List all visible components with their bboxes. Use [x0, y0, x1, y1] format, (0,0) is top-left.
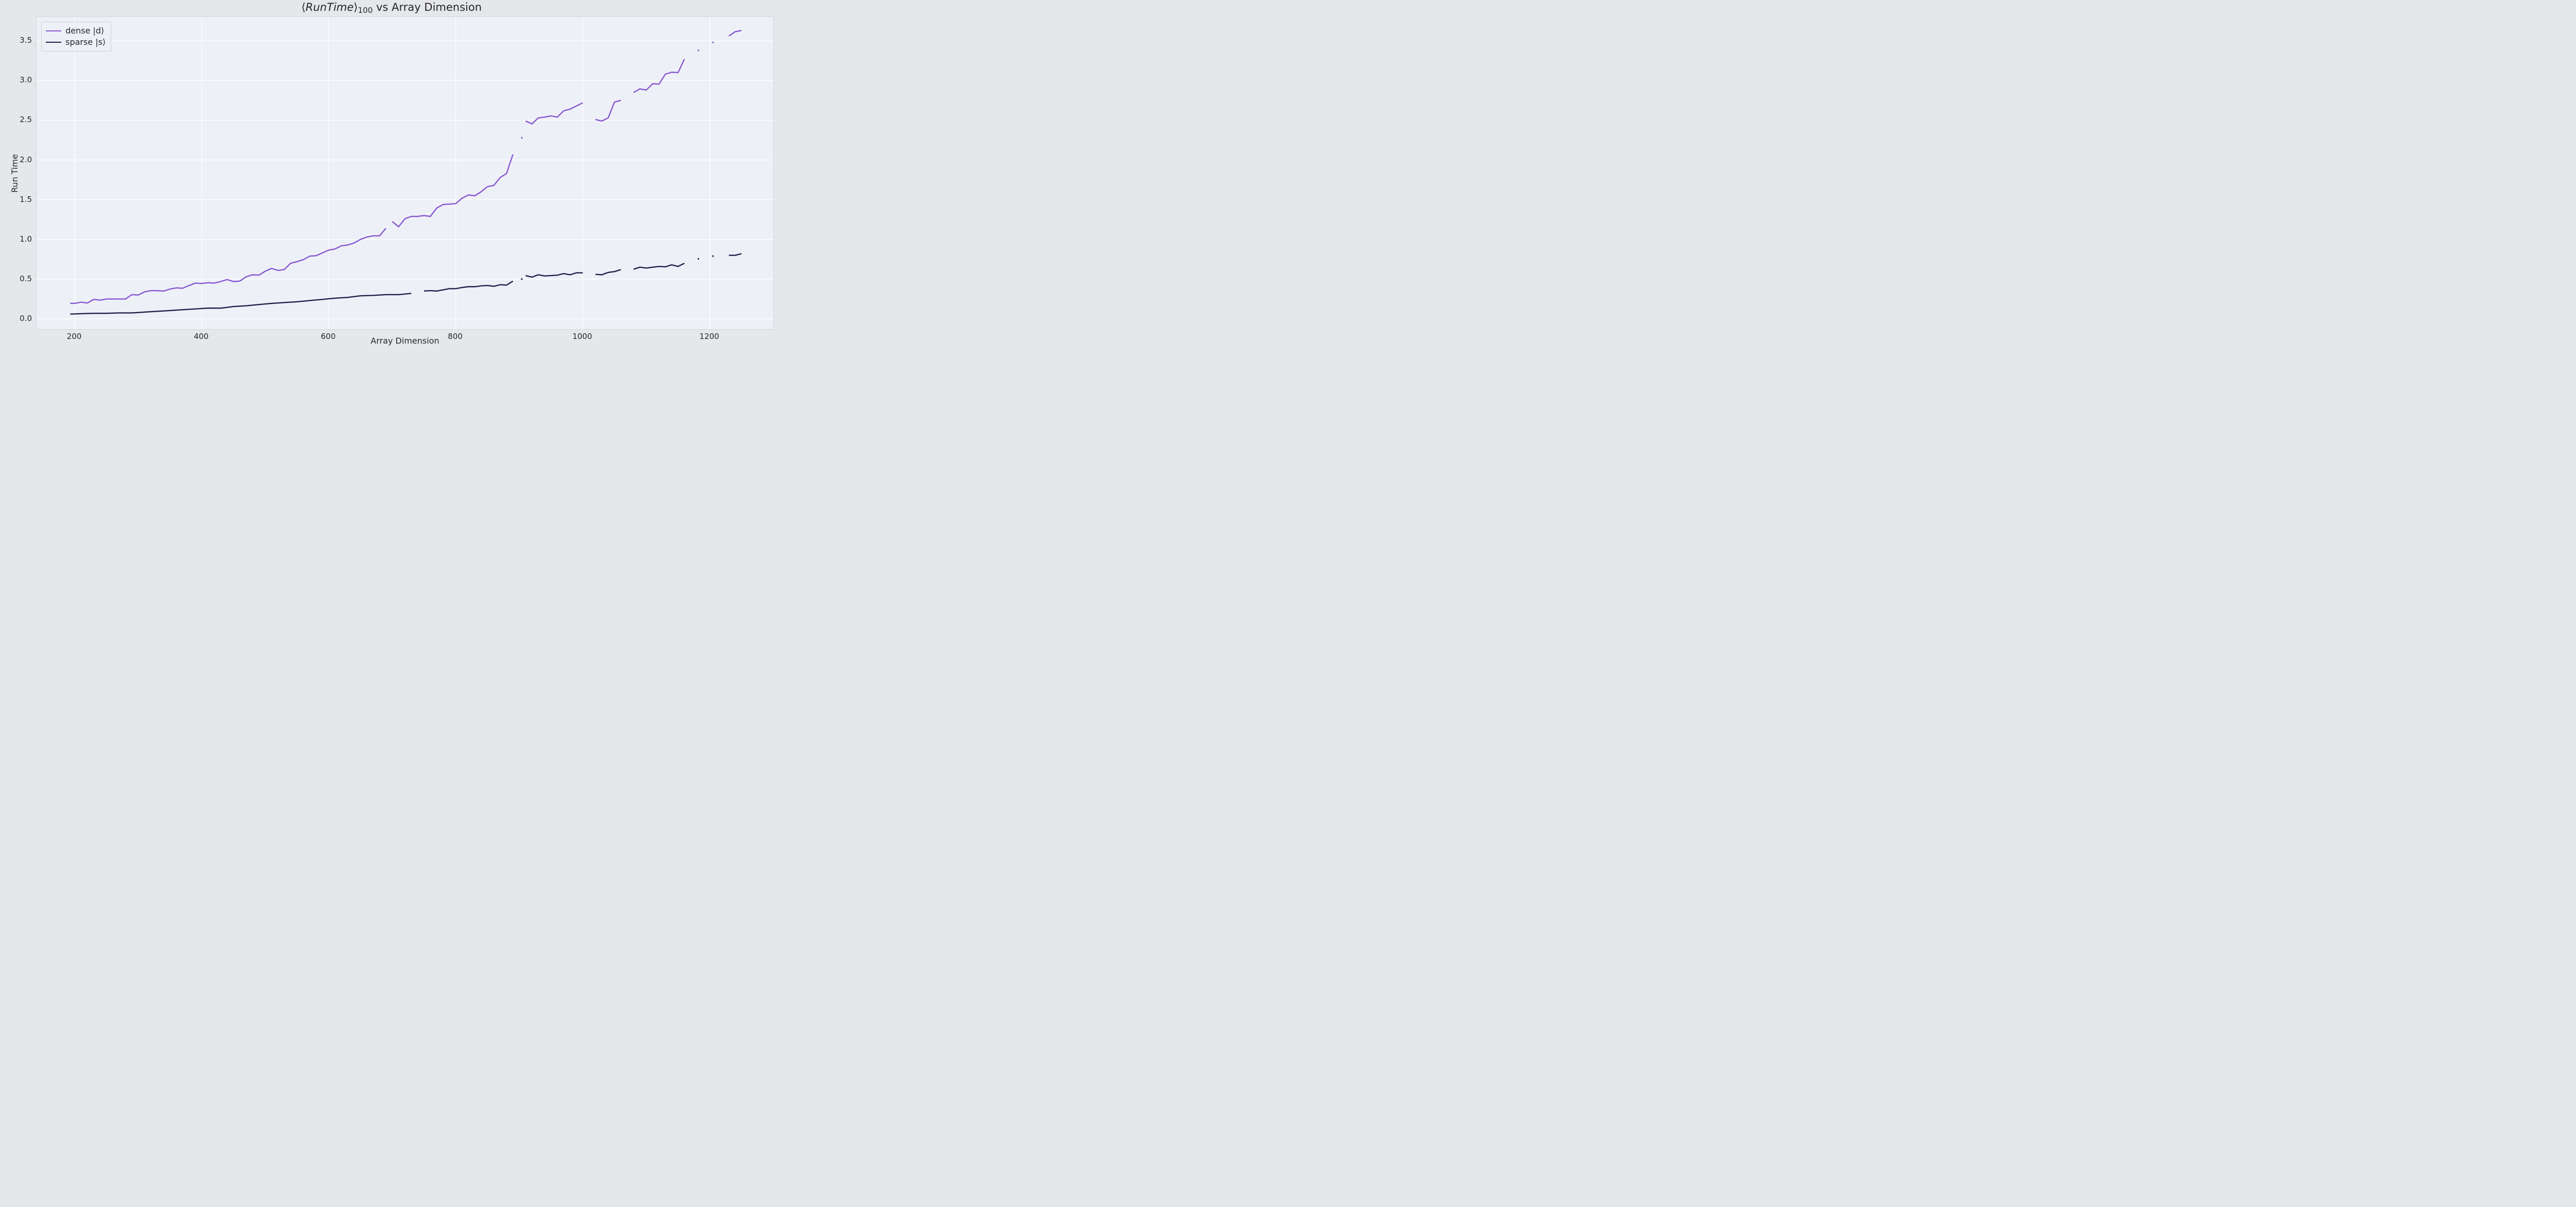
legend-swatch-dense	[46, 30, 61, 31]
series-line-0	[526, 103, 583, 124]
series-line-1	[526, 273, 583, 277]
series-line-1	[634, 263, 685, 269]
plot-area	[36, 16, 774, 330]
series-group	[70, 30, 741, 314]
legend-item-sparse: sparse |s⟩	[46, 37, 106, 48]
y-tick-label: 0.0	[6, 314, 32, 323]
series-line-0	[392, 155, 513, 227]
y-tick-label: 1.5	[6, 195, 32, 204]
y-tick-label: 3.0	[6, 75, 32, 84]
series-line-0	[729, 30, 742, 36]
legend: dense |d⟩ sparse |s⟩	[41, 22, 111, 52]
y-tick-label: 3.5	[6, 36, 32, 45]
plot-svg	[37, 17, 773, 329]
series-line-1	[596, 269, 621, 275]
series-line-0	[634, 59, 685, 93]
chart-canvas: ⟨RunTime⟩100 vs Array Dimension Run Time…	[0, 0, 783, 358]
series-dot-0	[521, 137, 522, 139]
chart-title: ⟨RunTime⟩100 vs Array Dimension	[0, 1, 783, 15]
series-dot-1	[698, 258, 699, 260]
series-line-1	[729, 254, 742, 256]
series-line-1	[424, 281, 513, 291]
y-tick-label: 1.0	[6, 234, 32, 244]
x-axis-label: Array Dimension	[36, 336, 774, 346]
grid-lines	[37, 17, 773, 329]
legend-item-dense: dense |d⟩	[46, 25, 106, 37]
y-tick-label: 2.0	[6, 155, 32, 164]
legend-label-dense: dense |d⟩	[65, 25, 104, 37]
series-line-1	[70, 294, 411, 314]
y-tick-label: 2.5	[6, 115, 32, 124]
legend-label-sparse: sparse |s⟩	[65, 37, 106, 48]
series-line-0	[596, 100, 621, 121]
series-dot-1	[521, 278, 522, 280]
series-dot-0	[712, 42, 714, 43]
series-dot-1	[712, 256, 714, 257]
legend-swatch-sparse	[46, 42, 61, 43]
y-tick-label: 0.5	[6, 274, 32, 283]
series-dot-0	[698, 49, 699, 51]
